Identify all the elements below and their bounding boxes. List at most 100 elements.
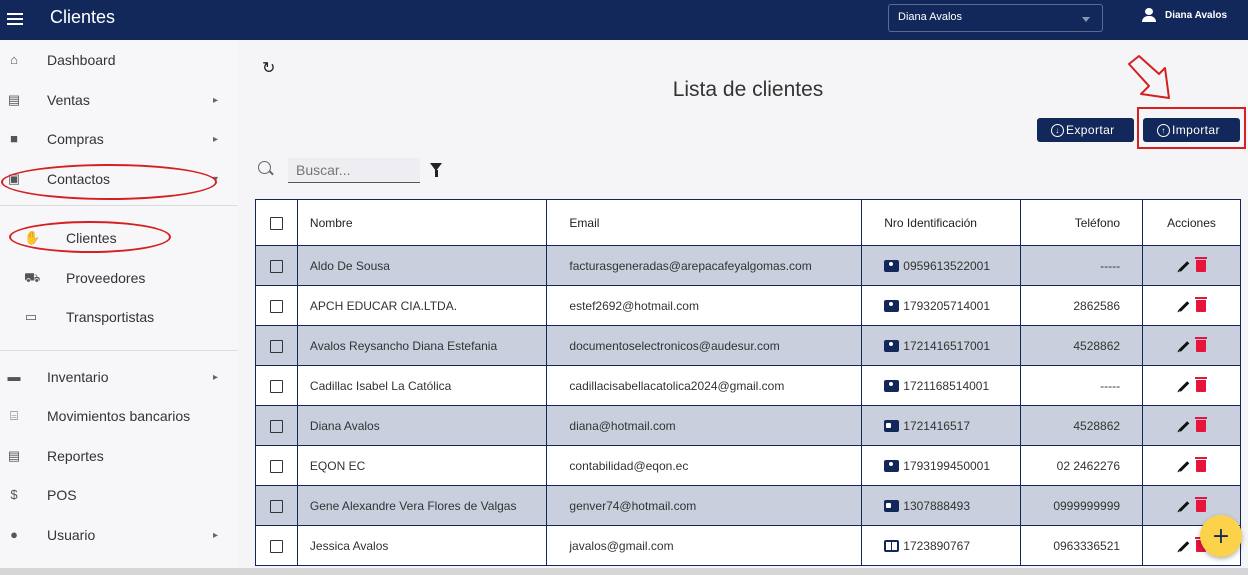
cell-email: facturasgeneradas@arepacafeyalgomas.com <box>546 245 863 286</box>
cell-email: genver74@hotmail.com <box>546 485 863 526</box>
menu-icon[interactable] <box>7 10 23 26</box>
sidebar-item-ventas[interactable]: ▤ Ventas ▸ <box>0 82 238 118</box>
chevron-right-icon: ▸ <box>213 529 219 541</box>
cell-actions <box>1142 365 1241 406</box>
sidebar-item-compras[interactable]: ■ Compras ▸ <box>0 121 238 157</box>
row-checkbox[interactable] <box>269 379 283 393</box>
chevron-right-icon: ▸ <box>213 133 219 145</box>
sidebar-item-movimientos-bancarios[interactable]: ⌸ Movimientos bancarios <box>0 398 238 434</box>
cell-phone: 2862586 <box>1020 285 1144 326</box>
id-card-icon <box>884 419 900 432</box>
user-menu[interactable]: Diana Avalos <box>1141 8 1227 22</box>
cell-id: 0959613522001 <box>861 245 1022 286</box>
delete-icon[interactable] <box>1194 457 1207 473</box>
row-checkbox[interactable] <box>269 259 283 273</box>
id-number: 1721168514001 <box>903 378 990 393</box>
row-checkbox-cell <box>255 325 298 366</box>
table-row[interactable]: Gene Alexandre Vera Flores de Valgas genv… <box>255 485 1241 526</box>
edit-icon[interactable] <box>1178 421 1189 432</box>
sidebar-item-label: Compras <box>47 131 104 147</box>
import-button[interactable]: ↑ Importar <box>1143 118 1240 142</box>
cell-phone: 0999999999 <box>1020 485 1144 526</box>
sidebar-item-label: Ventas <box>47 92 90 108</box>
row-checkbox[interactable] <box>269 339 283 353</box>
row-checkbox[interactable] <box>269 539 283 553</box>
register-icon: ▤ <box>7 92 21 107</box>
inventory-icon: ▬ <box>7 369 21 384</box>
top-bar: Clientes Diana Avalos Diana Avalos <box>0 0 1248 40</box>
edit-icon[interactable] <box>1178 501 1189 512</box>
sidebar-item-label: Inventario <box>47 369 109 385</box>
chevron-down-icon <box>1082 17 1090 22</box>
annotation-ellipse-contactos <box>1 164 217 200</box>
table-row[interactable]: Avalos Reysancho Diana Estefania document… <box>255 325 1241 366</box>
person-card-icon <box>884 379 900 392</box>
table-row[interactable]: Diana Avalos diana@hotmail.com 1721416517 4… <box>255 405 1241 446</box>
cell-name: Aldo De Sousa <box>296 245 548 286</box>
row-checkbox[interactable] <box>269 499 283 513</box>
table-row[interactable]: Cadillac Isabel La Católica cadillacisabe… <box>255 365 1241 406</box>
sidebar-item-label: Proveedores <box>66 270 146 286</box>
horizontal-scrollbar[interactable] <box>0 568 1248 575</box>
cell-actions <box>1142 405 1241 446</box>
truck-icon: ⛟ <box>24 270 41 285</box>
cell-phone: ----- <box>1020 365 1144 406</box>
refresh-icon[interactable]: ↻ <box>262 58 275 77</box>
delete-icon[interactable] <box>1194 297 1207 313</box>
sidebar-item-dashboard[interactable]: ⌂ Dashboard <box>0 42 238 78</box>
delete-icon[interactable] <box>1194 497 1207 513</box>
row-checkbox[interactable] <box>269 419 283 433</box>
sidebar-item-usuario[interactable]: ● Usuario ▸ <box>0 517 238 553</box>
sidebar-item-pos[interactable]: $ POS <box>0 477 238 513</box>
header-email[interactable]: Email <box>546 199 863 246</box>
row-checkbox[interactable] <box>269 459 283 473</box>
search-input[interactable] <box>288 158 420 183</box>
edit-icon[interactable] <box>1178 341 1189 352</box>
id-card-icon <box>884 499 900 512</box>
edit-icon[interactable] <box>1178 301 1189 312</box>
cell-name: Diana Avalos <box>296 405 548 446</box>
delete-icon[interactable] <box>1194 337 1207 353</box>
sidebar-item-label: POS <box>47 487 77 503</box>
user-select[interactable]: Diana Avalos <box>888 4 1103 32</box>
header-phone[interactable]: Teléfono <box>1020 199 1144 246</box>
edit-icon[interactable] <box>1178 541 1189 552</box>
header-id[interactable]: Nro Identificación <box>861 199 1022 246</box>
table-row[interactable]: EQON EC contabilidad@eqon.ec 1793199450001… <box>255 445 1241 486</box>
row-checkbox[interactable] <box>269 299 283 313</box>
cell-phone: ----- <box>1020 245 1144 286</box>
delete-icon[interactable] <box>1194 377 1207 393</box>
add-client-button[interactable]: + <box>1200 515 1242 557</box>
table-row[interactable]: Jessica Avalos javalos@gmail.com 172389076… <box>255 525 1241 566</box>
cell-actions <box>1142 325 1241 366</box>
export-button[interactable]: ↓ Exportar <box>1037 118 1134 142</box>
edit-icon[interactable] <box>1178 261 1189 272</box>
sidebar-item-inventario[interactable]: ▬ Inventario ▸ <box>0 359 238 395</box>
id-number: 1721416517 <box>903 418 971 433</box>
cell-email: diana@hotmail.com <box>546 405 863 446</box>
person-icon <box>1141 8 1157 22</box>
edit-icon[interactable] <box>1178 461 1189 472</box>
sidebar-item-proveedores[interactable]: ⛟ Proveedores <box>0 260 238 296</box>
header-name[interactable]: Nombre <box>296 199 548 246</box>
row-checkbox-cell <box>255 485 298 526</box>
clients-table: Nombre Email Nro Identificación Teléfono… <box>255 199 1241 566</box>
header-checkbox-cell <box>255 199 298 246</box>
filter-icon[interactable] <box>430 163 442 177</box>
select-all-checkbox[interactable] <box>269 216 283 230</box>
sidebar-item-reportes[interactable]: ▤ Reportes <box>0 438 238 474</box>
edit-icon[interactable] <box>1178 381 1189 392</box>
cell-email: contabilidad@eqon.ec <box>546 445 863 486</box>
person-card-icon <box>884 259 900 272</box>
sidebar-item-transportistas[interactable]: ▭ Transportistas <box>0 299 238 335</box>
row-checkbox-cell <box>255 525 298 566</box>
delete-icon[interactable] <box>1194 257 1207 273</box>
table-row[interactable]: Aldo De Sousa facturasgeneradas@arepacafe… <box>255 245 1241 286</box>
table-row[interactable]: APCH EDUCAR CIA.LTDA. estef2692@hotmail.c… <box>255 285 1241 326</box>
delete-icon[interactable] <box>1194 417 1207 433</box>
id-number: 1723890767 <box>903 538 971 553</box>
id-card-icon: ▭ <box>24 309 38 324</box>
row-checkbox-cell <box>255 445 298 486</box>
person-card-icon <box>884 339 900 352</box>
download-icon: ↓ <box>1051 123 1064 137</box>
